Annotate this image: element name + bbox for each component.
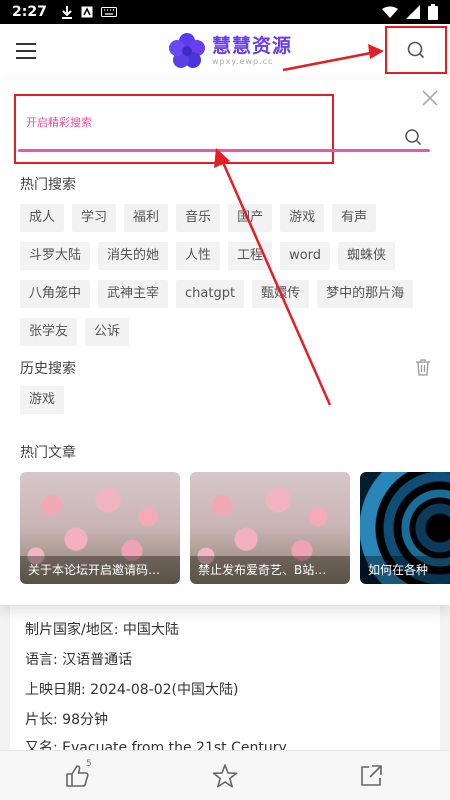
close-icon[interactable] bbox=[420, 88, 440, 108]
wifi-icon bbox=[382, 6, 398, 18]
article-card[interactable]: 关于本论坛开启邀请码… bbox=[20, 472, 180, 584]
share-icon[interactable] bbox=[358, 763, 384, 789]
hot-tag[interactable]: 蜘蛛侠 bbox=[338, 242, 396, 270]
logo-title: 慧慧资源 bbox=[212, 35, 293, 57]
hot-search-title: 热门搜索 bbox=[20, 177, 76, 193]
hot-articles-carousel[interactable]: 关于本论坛开启邀请码… 禁止发布爱奇艺、B站… 如何在各种 bbox=[20, 472, 450, 584]
history-title: 历史搜索 bbox=[20, 361, 76, 377]
hot-tag[interactable]: 工程 bbox=[228, 242, 273, 270]
battery-icon bbox=[428, 4, 438, 20]
meta-language: 语言: 汉语普通话 bbox=[25, 652, 133, 668]
hot-tag[interactable]: 国产 bbox=[228, 204, 273, 232]
article-card-caption: 如何在各种 bbox=[360, 556, 450, 584]
hot-tag[interactable]: 斗罗大陆 bbox=[20, 242, 91, 270]
hot-articles-title: 热门文章 bbox=[20, 445, 76, 461]
search-input[interactable]: 开启精彩搜索 bbox=[14, 94, 334, 164]
search-icon bbox=[407, 41, 425, 59]
search-submit-icon[interactable] bbox=[404, 128, 422, 146]
hot-tag[interactable]: 成人 bbox=[20, 204, 65, 232]
search-placeholder: 开启精彩搜索 bbox=[26, 116, 92, 129]
article-card[interactable]: 如何在各种 bbox=[360, 472, 450, 584]
keyboard-icon bbox=[100, 7, 117, 17]
hot-tag[interactable]: 有声 bbox=[332, 204, 377, 232]
star-icon[interactable] bbox=[212, 763, 238, 789]
status-time: 2:27 bbox=[12, 4, 47, 20]
app-badge-icon bbox=[81, 6, 93, 18]
app-header: 慧慧资源 wpxy.ewp.cc bbox=[0, 24, 450, 80]
search-underline bbox=[18, 149, 430, 152]
article-card[interactable]: 禁止发布爱奇艺、B站… bbox=[190, 472, 350, 584]
menu-button[interactable] bbox=[16, 38, 42, 64]
hot-tag[interactable]: 梦中的那片海 bbox=[317, 280, 414, 308]
hot-tag[interactable]: 八角笼中 bbox=[20, 280, 91, 308]
search-panel: 开启精彩搜索 热门搜索 成人 学习 福利 音乐 国产 游戏 有声 斗罗大陆 消失… bbox=[0, 80, 450, 605]
hot-search-tags: 成人 学习 福利 音乐 国产 游戏 有声 斗罗大陆 消失的她 人性 工程 wor… bbox=[20, 204, 440, 356]
download-icon bbox=[61, 6, 72, 19]
trash-icon[interactable] bbox=[415, 358, 431, 376]
status-bar: 2:27 bbox=[0, 0, 450, 24]
meta-country: 制片国家/地区: 中国大陆 bbox=[25, 622, 179, 638]
hot-tag[interactable]: 消失的她 bbox=[98, 242, 169, 270]
hot-tag[interactable]: 福利 bbox=[124, 204, 169, 232]
flower-logo-icon bbox=[169, 33, 205, 68]
logo[interactable]: 慧慧资源 wpxy.ewp.cc bbox=[168, 32, 292, 70]
like-count: 5 bbox=[86, 759, 92, 769]
hot-tag[interactable]: 学习 bbox=[72, 204, 117, 232]
hot-tag[interactable]: 武神主宰 bbox=[98, 280, 169, 308]
hot-tag[interactable]: 人性 bbox=[176, 242, 221, 270]
hot-tag[interactable]: 张学友 bbox=[20, 318, 78, 346]
meta-runtime: 片长: 98分钟 bbox=[25, 712, 108, 728]
meta-release-date: 上映日期: 2024-08-02(中国大陆) bbox=[25, 682, 239, 698]
history-tags: 游戏 bbox=[20, 386, 440, 424]
hot-tag[interactable]: 游戏 bbox=[280, 204, 325, 232]
hot-tag[interactable]: 音乐 bbox=[176, 204, 221, 232]
logo-subtitle: wpxy.ewp.cc bbox=[212, 57, 274, 66]
hot-tag[interactable]: word bbox=[280, 242, 331, 270]
hot-tag[interactable]: 公诉 bbox=[85, 318, 130, 346]
article-card-caption: 关于本论坛开启邀请码… bbox=[20, 556, 180, 584]
history-tag[interactable]: 游戏 bbox=[20, 386, 65, 414]
article-details: 制片国家/地区: 中国大陆 语言: 汉语普通话 上映日期: 2024-08-02… bbox=[0, 605, 450, 756]
hot-tag[interactable]: chatgpt bbox=[176, 280, 245, 308]
bottom-bar: 5 bbox=[0, 750, 450, 800]
menu-icon bbox=[16, 43, 36, 45]
signal-icon bbox=[406, 5, 420, 19]
search-button[interactable] bbox=[385, 26, 447, 74]
hot-tag[interactable]: 甄嬛传 bbox=[252, 280, 310, 308]
article-card-caption: 禁止发布爱奇艺、B站… bbox=[190, 556, 350, 584]
